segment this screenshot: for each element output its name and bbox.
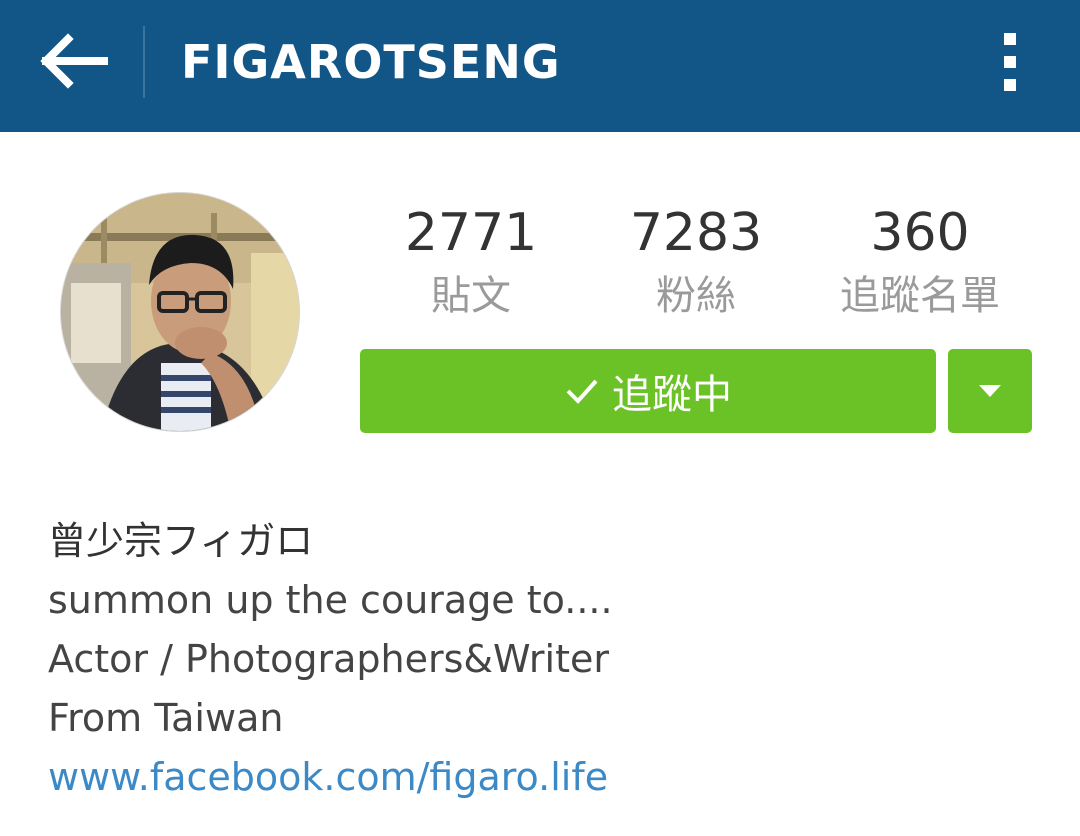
website-link[interactable]: www.facebook.com/figaro.life xyxy=(48,748,1048,807)
more-vertical-icon xyxy=(1004,33,1016,45)
following-button-label: 追蹤中 xyxy=(612,372,732,418)
stat-followers[interactable]: 7283 粉絲 xyxy=(596,198,796,324)
top-app-bar: FIGAROTSENG xyxy=(0,0,1080,132)
checkmark-icon xyxy=(566,379,598,404)
back-button[interactable] xyxy=(32,26,112,96)
bio-line: summon up the courage to.... xyxy=(48,578,613,622)
following-button[interactable]: 追蹤中 xyxy=(360,349,936,433)
header-divider xyxy=(143,26,145,98)
stat-following-label: 追蹤名單 xyxy=(840,273,1000,319)
avatar[interactable] xyxy=(60,192,300,432)
caret-down-icon xyxy=(979,385,1001,397)
stat-posts[interactable]: 2771 貼文 xyxy=(371,198,571,324)
stat-followers-label: 粉絲 xyxy=(656,273,736,319)
suggestions-dropdown-button[interactable] xyxy=(948,349,1032,433)
stat-followers-count: 7283 xyxy=(629,203,763,263)
stat-following[interactable]: 360 追蹤名單 xyxy=(820,198,1020,324)
full-name: 曾少宗フィガロ xyxy=(48,519,314,563)
profile-photo xyxy=(61,193,299,431)
stat-following-count: 360 xyxy=(870,203,970,263)
arrow-left-icon xyxy=(40,33,108,89)
profile-username: FIGAROTSENG xyxy=(181,35,561,89)
bio-line: Actor / Photographers&Writer xyxy=(48,637,609,681)
stat-posts-count: 2771 xyxy=(404,203,538,263)
more-options-button[interactable] xyxy=(990,26,1030,98)
profile-bio: 曾少宗フィガロ summon up the courage to.... Act… xyxy=(48,512,1048,807)
stat-posts-label: 貼文 xyxy=(431,273,511,319)
bio-line: From Taiwan xyxy=(48,696,284,740)
